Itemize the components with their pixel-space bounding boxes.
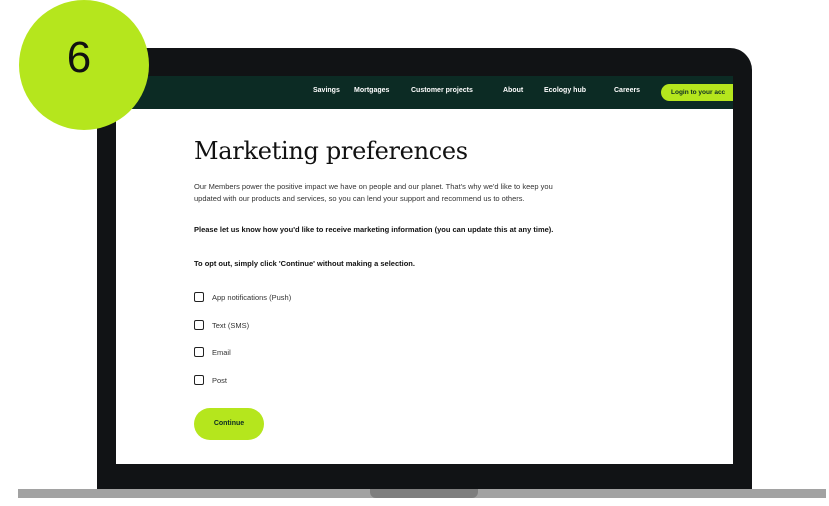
nav-link-careers[interactable]: Careers [614,87,640,94]
continue-button[interactable]: Continue [194,408,264,440]
option-post[interactable]: Post [194,373,227,387]
opt-out-text: To opt out, simply click 'Continue' with… [194,259,415,268]
page-title: Marketing preferences [194,137,468,165]
option-text-sms[interactable]: Text (SMS) [194,318,249,332]
option-app-notifications[interactable]: App notifications (Push) [194,290,291,304]
instruction-text: Please let us know how you'd like to rec… [194,225,554,234]
option-label: Text (SMS) [212,320,250,330]
laptop-screen: Savings Mortgages Customer projects Abou… [116,76,733,464]
step-badge: 6 [19,0,149,130]
checkbox[interactable] [194,347,204,357]
nav-link-customer-projects[interactable]: Customer projects [411,87,473,94]
checkbox[interactable] [194,320,204,330]
checkbox[interactable] [194,292,204,302]
top-nav: Savings Mortgages Customer projects Abou… [116,76,733,109]
step-number: 6 [66,33,92,82]
option-label: Post [212,375,228,385]
intro-text: Our Members power the positive impact we… [194,182,553,203]
laptop-hinge-notch [370,489,478,498]
nav-link-about[interactable]: About [503,87,523,94]
option-email[interactable]: Email [194,345,231,359]
option-label: App notifications (Push) [212,292,292,302]
login-button[interactable]: Login to your acc [661,84,733,101]
nav-link-mortgages[interactable]: Mortgages [354,87,389,94]
nav-link-savings[interactable]: Savings [313,87,340,94]
nav-link-ecology-hub[interactable]: Ecology hub [544,87,586,94]
option-label: Email [212,347,231,357]
checkbox[interactable] [194,375,204,385]
